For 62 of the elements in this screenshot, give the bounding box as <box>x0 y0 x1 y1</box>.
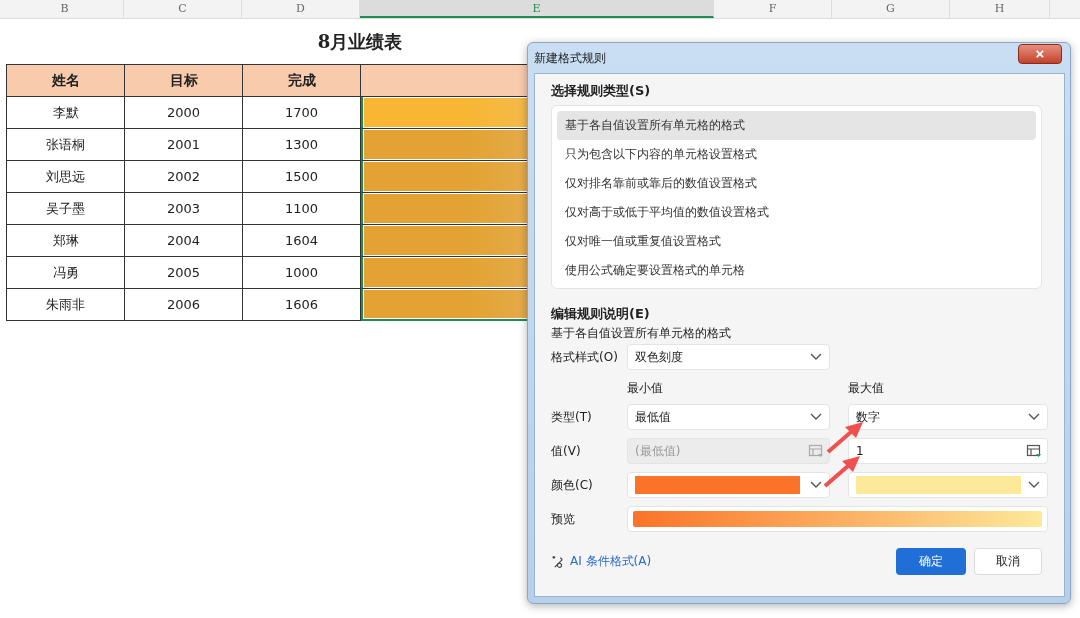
header-cell: 目标 <box>125 65 243 97</box>
table-cell: 李默 <box>7 97 125 129</box>
table-cell: 1000 <box>243 257 361 289</box>
rule-type-item[interactable]: 基于各自值设置所有单元格的格式 <box>557 111 1036 140</box>
chevron-icon <box>1028 413 1040 421</box>
rule-type-item[interactable]: 仅对排名靠前或靠后的数值设置格式 <box>557 169 1036 198</box>
column-header[interactable]: F <box>714 0 832 18</box>
table-cell: 1606 <box>243 289 361 321</box>
section-label: 选择规则类型(S) <box>551 82 652 100</box>
field-label: 格式样式(O) <box>551 348 619 366</box>
dialog-title: 新建格式规则 <box>534 49 606 67</box>
table-cell: 1500 <box>243 161 361 193</box>
chevron-icon <box>810 413 822 421</box>
rule-description: 基于各自值设置所有单元格的格式 <box>551 325 732 342</box>
rule-type-item[interactable]: 仅对高于或低于平均值的数值设置格式 <box>557 198 1036 227</box>
cancel-button[interactable]: 取消 <box>974 548 1042 575</box>
table-cell: 吴子墨 <box>7 193 125 225</box>
column-heading: 最小值 <box>627 380 664 396</box>
table-cell: 1100 <box>243 193 361 225</box>
field-label: 预览 <box>551 510 576 528</box>
table-cell: 张语桐 <box>7 129 125 161</box>
table-cell: 刘思远 <box>7 161 125 193</box>
rule-type-item[interactable]: 使用公式确定要设置格式的单元格 <box>557 256 1036 285</box>
section-label: 编辑规则说明(E) <box>551 305 651 323</box>
table-cell: 2004 <box>125 225 243 257</box>
table-cell: 2002 <box>125 161 243 193</box>
table-cell: 2006 <box>125 289 243 321</box>
column-heading: 最大值 <box>848 380 885 396</box>
field-label: 值(V) <box>551 442 582 460</box>
rule-type-item[interactable]: 只为包含以下内容的单元格设置格式 <box>557 140 1036 169</box>
table-cell: 2005 <box>125 257 243 289</box>
color-picker[interactable] <box>848 472 1048 498</box>
header-cell: 完成 <box>243 65 361 97</box>
table-cell: 2003 <box>125 193 243 225</box>
style-dropdown[interactable]: 双色刻度 <box>627 344 830 370</box>
ok-button[interactable]: 确定 <box>896 548 966 575</box>
table-cell: 1700 <box>243 97 361 129</box>
table-cell: 2001 <box>125 129 243 161</box>
field-label: 颜色(C) <box>551 476 594 494</box>
column-header[interactable]: H <box>950 0 1050 18</box>
column-header[interactable]: C <box>124 0 242 18</box>
table-cell: 冯勇 <box>7 257 125 289</box>
chevron-icon <box>1028 481 1040 489</box>
range-picker-icon[interactable] <box>1026 443 1042 459</box>
table-cell: 郑琳 <box>7 225 125 257</box>
ai-format-link[interactable]: AI 条件格式(A) <box>551 553 652 570</box>
chevron-icon <box>810 353 822 361</box>
column-header[interactable]: B <box>6 0 124 18</box>
field-label: 类型(T) <box>551 408 593 426</box>
rule-type-item[interactable]: 仅对唯一值或重复值设置格式 <box>557 227 1036 256</box>
chevron-icon <box>810 481 822 489</box>
sheet-title: 8月业绩表 <box>317 29 403 54</box>
annotation-arrow <box>822 454 862 488</box>
type-dropdown[interactable]: 数字 <box>848 404 1048 430</box>
table-cell: 朱雨非 <box>7 289 125 321</box>
table-cell: 1604 <box>243 225 361 257</box>
column-header[interactable]: G <box>832 0 950 18</box>
table-cell: 1300 <box>243 129 361 161</box>
header-cell: 姓名 <box>7 65 125 97</box>
table-cell: 2000 <box>125 97 243 129</box>
value-field[interactable]: 1 <box>848 438 1048 464</box>
color-picker[interactable] <box>627 472 830 498</box>
